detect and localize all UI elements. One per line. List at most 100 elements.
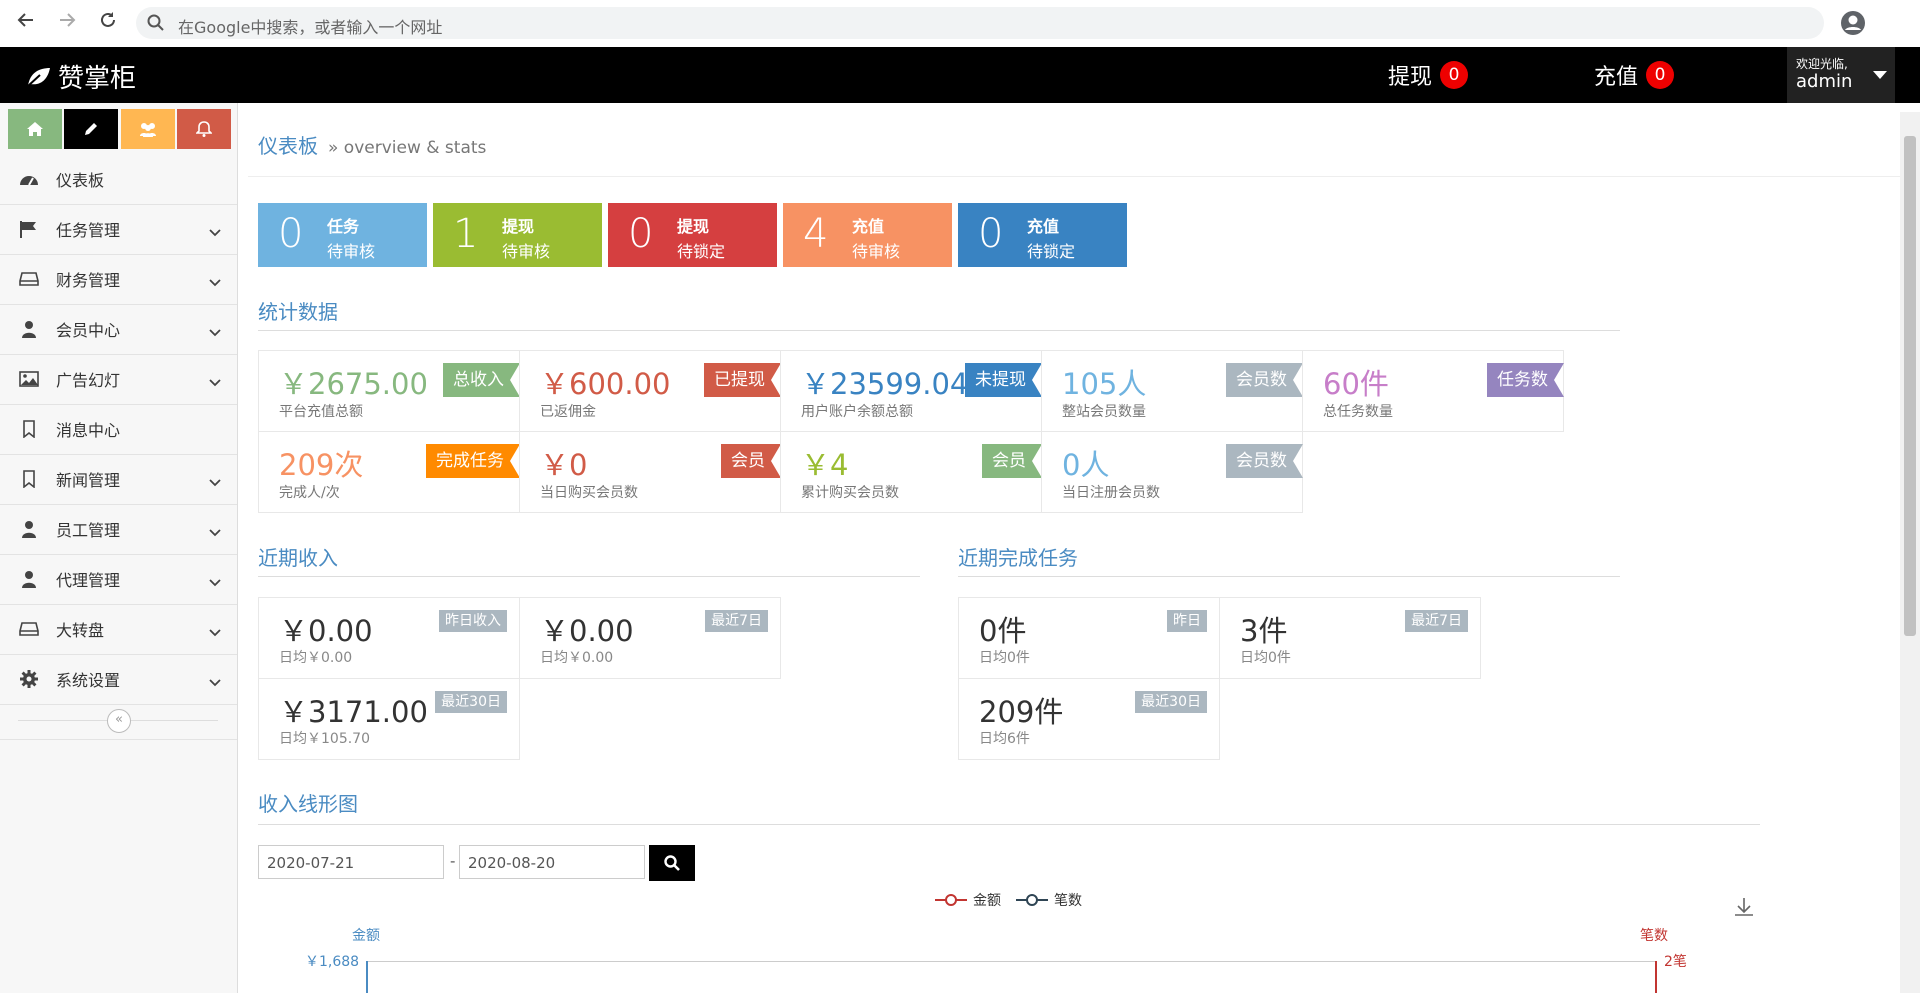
image-icon xyxy=(16,369,42,389)
card-tag: 最近30日 xyxy=(1135,691,1207,713)
caret-down-icon xyxy=(1873,71,1887,79)
hdd-icon xyxy=(16,619,42,639)
card-tag: 最近7日 xyxy=(705,610,768,632)
legend-amount-label: 金额 xyxy=(973,893,1001,909)
back-icon[interactable] xyxy=(12,10,40,38)
stat-ribbon: 会员 xyxy=(721,444,781,478)
reload-icon[interactable] xyxy=(94,10,122,38)
y-axis-right-line xyxy=(1655,961,1657,993)
dashboard-icon xyxy=(16,169,42,189)
date-search-button[interactable] xyxy=(649,845,695,881)
sidebar-item[interactable]: 会员中心 xyxy=(0,304,237,355)
sidebar-item[interactable]: 员工管理 xyxy=(0,504,237,555)
sidebar-item[interactable]: 代理管理 xyxy=(0,554,237,605)
gear-icon xyxy=(16,669,42,689)
page-scrollbar[interactable] xyxy=(1900,112,1920,993)
sidebar-item[interactable]: 广告幻灯 xyxy=(0,354,237,405)
stat-value: ￥2675.00 xyxy=(279,367,428,401)
recharge-badge: 0 xyxy=(1646,61,1675,89)
shortcut-edit-button[interactable] xyxy=(64,109,118,149)
sidebar-item[interactable]: 仪表板 xyxy=(0,154,237,205)
legend-amount[interactable]: 金额 xyxy=(935,890,1001,910)
tile-count: 1 xyxy=(453,211,479,257)
breadcrumb-divider xyxy=(248,176,1900,177)
sidebar-item[interactable]: 消息中心 xyxy=(0,404,237,455)
recharge-link[interactable]: 充值 0 xyxy=(1594,59,1675,91)
chevron-down-icon xyxy=(209,222,221,241)
stat-ribbon: 会员数 xyxy=(1226,363,1303,397)
card-value: 3件 xyxy=(1240,614,1288,648)
forward-icon[interactable] xyxy=(53,10,81,38)
stat-value: 0人 xyxy=(1062,448,1110,482)
stat-card: 60件 任务数 总任务数量 xyxy=(1302,350,1564,432)
double-chevron-left-icon[interactable]: « xyxy=(107,709,131,733)
y-axis-right-top-tick: 2笔 xyxy=(1664,954,1687,970)
chevron-down-icon xyxy=(209,672,221,691)
tile-count: 0 xyxy=(628,211,654,257)
stat-label: 已返佣金 xyxy=(540,404,596,420)
stat-value: ￥600.00 xyxy=(540,367,671,401)
legend-count-marker xyxy=(1016,894,1048,906)
breadcrumb: 仪表板 » overview & stats xyxy=(258,130,486,159)
account-icon[interactable] xyxy=(1840,10,1866,36)
shortcut-users-button[interactable] xyxy=(121,109,175,149)
tile-count: 0 xyxy=(978,211,1004,257)
sidebar-item-label: 会员中心 xyxy=(56,321,121,340)
tile-label: 充值 xyxy=(852,217,885,236)
card-value: ￥0.00 xyxy=(540,614,634,648)
card-value: ￥3171.00 xyxy=(279,695,428,729)
tile-status: 待审核 xyxy=(327,242,376,261)
income-card: ￥3171.00 最近30日 日均￥105.70 xyxy=(258,678,520,760)
shortcut-notify-button[interactable] xyxy=(177,109,231,149)
card-sub: 日均￥0.00 xyxy=(540,650,614,666)
recharge-label: 充值 xyxy=(1594,65,1639,90)
chart-grid-top xyxy=(366,961,1655,962)
brand-logo[interactable]: 赞掌柜 xyxy=(26,58,136,95)
status-tile[interactable]: 0 任务 待审核 xyxy=(258,203,427,267)
sidebar-item[interactable]: 财务管理 xyxy=(0,254,237,305)
stat-label: 整站会员数量 xyxy=(1062,404,1146,420)
page-title[interactable]: 仪表板 xyxy=(258,130,318,159)
y-axis-right-label: 笔数 xyxy=(1640,928,1668,944)
stat-card: ￥4 会员 累计购买会员数 xyxy=(780,431,1042,513)
income-card: ￥0.00 昨日收入 日均￥0.00 xyxy=(258,597,520,679)
sidebar-item-label: 财务管理 xyxy=(56,271,121,290)
scrollbar-thumb[interactable] xyxy=(1904,136,1916,636)
y-axis-left-label: 金额 xyxy=(352,928,380,944)
sidebar-item-label: 员工管理 xyxy=(56,521,121,540)
shortcut-home-button[interactable] xyxy=(8,109,62,149)
stat-label: 用户账户余额总额 xyxy=(801,404,913,420)
browser-toolbar: 在Google中搜索，或者输入一个网址 xyxy=(0,0,1920,48)
withdraw-badge: 0 xyxy=(1440,61,1469,89)
tasks-divider xyxy=(958,576,1620,577)
status-tile[interactable]: 0 提现 待锁定 xyxy=(608,203,777,267)
sidebar-item[interactable]: 任务管理 xyxy=(0,204,237,255)
user-menu[interactable]: 欢迎光临, admin xyxy=(1787,47,1895,103)
status-tile[interactable]: 4 充值 待审核 xyxy=(783,203,952,267)
date-from-input[interactable]: 2020-07-21 xyxy=(258,845,444,879)
sidebar-item[interactable]: 大转盘 xyxy=(0,604,237,655)
leaf-icon xyxy=(27,67,50,87)
address-bar[interactable]: 在Google中搜索，或者输入一个网址 xyxy=(136,7,1824,39)
stat-card: 0人 会员数 当日注册会员数 xyxy=(1041,431,1303,513)
status-tile[interactable]: 1 提现 待审核 xyxy=(433,203,602,267)
stats-title: 统计数据 xyxy=(258,300,338,324)
withdraw-link[interactable]: 提现 0 xyxy=(1388,59,1469,91)
sidebar-item[interactable]: 系统设置 xyxy=(0,654,237,705)
stat-value: ￥0 xyxy=(540,448,588,482)
address-placeholder: 在Google中搜索，或者输入一个网址 xyxy=(178,18,443,37)
stat-ribbon: 未提现 xyxy=(965,363,1042,397)
sidebar-item-label: 消息中心 xyxy=(56,421,121,440)
legend-count[interactable]: 笔数 xyxy=(1016,890,1082,910)
status-tile[interactable]: 0 充值 待锁定 xyxy=(958,203,1127,267)
sidebar-item[interactable]: 新闻管理 xyxy=(0,454,237,505)
stat-value: 60件 xyxy=(1323,367,1389,401)
download-icon[interactable] xyxy=(1733,896,1755,922)
stat-value: 105人 xyxy=(1062,367,1147,401)
y-axis-left-top-tick: ￥1,688 xyxy=(305,954,360,970)
stat-card: ￥2675.00 总收入 平台充值总额 xyxy=(258,350,520,432)
tile-status: 待锁定 xyxy=(677,242,726,261)
bookmark-icon xyxy=(16,419,42,439)
date-to-input[interactable]: 2020-08-20 xyxy=(459,845,645,879)
welcome-text: 欢迎光临, xyxy=(1796,57,1848,71)
